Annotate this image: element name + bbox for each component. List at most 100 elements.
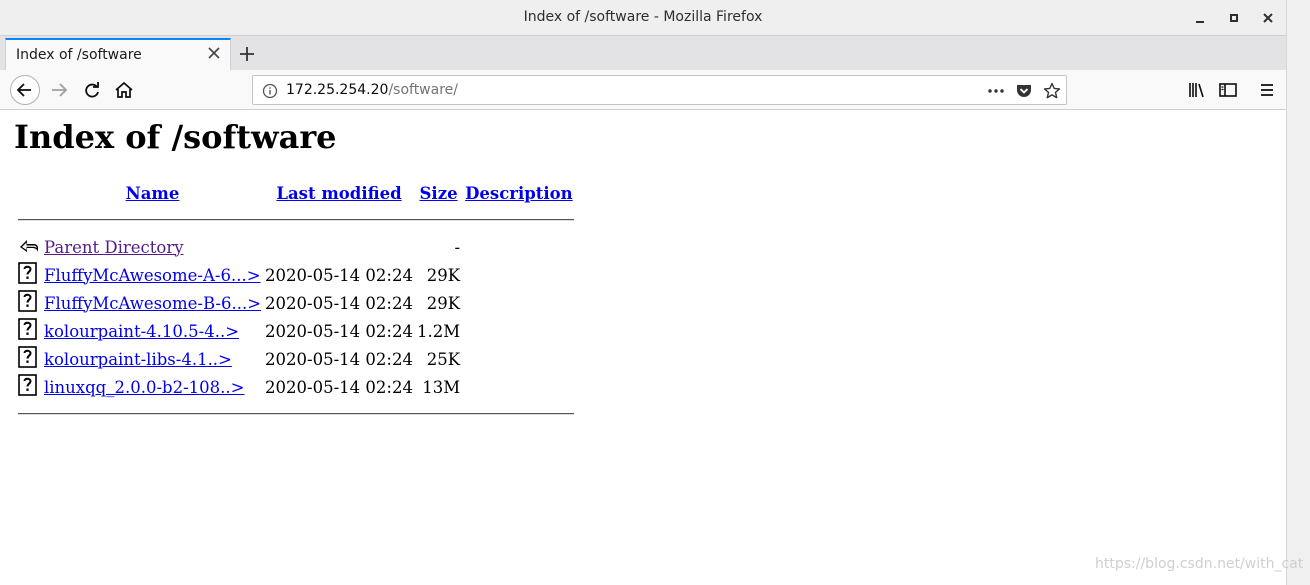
table-row: FluffyMcAwesome-A-6...> 2020-05-14 02:24… <box>17 262 575 288</box>
modified-cell <box>264 234 414 260</box>
page-title: Index of /software <box>14 118 337 156</box>
table-row: linuxqq_2.0.0-b2-108..> 2020-05-14 02:24… <box>17 374 575 400</box>
table-row: FluffyMcAwesome-B-6...> 2020-05-14 02:24… <box>17 290 575 316</box>
sort-by-size-link[interactable]: Size <box>420 184 458 203</box>
size-cell: 13M <box>422 377 461 397</box>
minimize-icon <box>1196 21 1204 23</box>
maximize-button[interactable] <box>1224 8 1244 28</box>
reload-button[interactable] <box>78 76 106 104</box>
library-icon <box>1189 83 1204 98</box>
pocket-icon[interactable] <box>1014 81 1034 101</box>
forward-button[interactable] <box>46 76 74 104</box>
tab-label: Index of /software <box>16 47 142 63</box>
directory-listing-table: Name Last modified Size Description Pare… <box>15 178 577 428</box>
window-title: Index of /software - Mozilla Firefox <box>523 9 763 25</box>
description-cell <box>463 290 575 316</box>
watermark-text: https://blog.csdn.net/with_cat <box>1095 556 1304 572</box>
name-column-header: Name <box>43 180 262 206</box>
close-icon <box>208 47 220 59</box>
modified-cell: 2020-05-14 02:24 <box>265 321 413 341</box>
url-bar[interactable]: 172.25.254.20/software/ <box>252 75 1067 105</box>
file-link[interactable]: linuxqq_2.0.0-b2-108..> <box>44 378 245 397</box>
desktop-edge <box>1286 0 1310 585</box>
icon-header <box>17 180 41 206</box>
separator-row <box>17 208 575 232</box>
sort-by-description-link[interactable]: Description <box>465 184 573 203</box>
horizontal-rule <box>18 413 574 415</box>
unknown-file-icon <box>18 290 37 312</box>
name-cell: FluffyMcAwesome-A-6...> <box>43 262 262 288</box>
info-icon[interactable] <box>260 81 280 101</box>
maximize-icon <box>1230 14 1238 22</box>
url-text[interactable]: 172.25.254.20/software/ <box>286 82 458 98</box>
size-cell: - <box>454 237 461 257</box>
description-cell <box>463 318 575 344</box>
parent-directory-link[interactable]: Parent Directory <box>44 238 184 257</box>
back-folder-icon <box>20 240 38 252</box>
close-icon <box>1263 13 1273 23</box>
tab-close-button[interactable] <box>206 45 222 61</box>
table-row: kolourpaint-libs-4.1..> 2020-05-14 02:24… <box>17 346 575 372</box>
unknown-file-icon <box>18 262 37 284</box>
size-column-header: Size <box>416 180 461 206</box>
icon-cell <box>17 234 41 260</box>
size-cell: 29K <box>426 293 461 313</box>
hamburger-menu-icon <box>1261 84 1273 96</box>
minimize-button[interactable] <box>1190 8 1210 28</box>
modified-cell: 2020-05-14 02:24 <box>265 293 413 313</box>
description-cell <box>463 374 575 400</box>
name-cell: kolourpaint-libs-4.1..> <box>43 346 262 372</box>
table-row-parent-directory: Parent Directory - <box>17 234 575 260</box>
separator-row <box>17 402 575 426</box>
library-button[interactable] <box>1183 76 1211 104</box>
modified-cell: 2020-05-14 02:24 <box>265 265 413 285</box>
description-cell <box>463 346 575 372</box>
icon-cell <box>17 318 41 344</box>
name-cell: kolourpaint-4.10.5-4..> <box>43 318 262 344</box>
plus-icon <box>240 47 254 61</box>
file-link[interactable]: kolourpaint-4.10.5-4..> <box>44 322 239 341</box>
browser-window: Index of /software - Mozilla Firefox Ind… <box>0 0 1286 585</box>
page-actions-icon[interactable] <box>986 81 1006 101</box>
icon-cell <box>17 290 41 316</box>
url-path: /software/ <box>388 82 458 98</box>
description-cell <box>463 234 575 260</box>
tab-strip: Index of /software <box>0 36 1286 70</box>
sidebar-button[interactable] <box>1214 76 1242 104</box>
tab-index-software[interactable]: Index of /software <box>5 38 231 70</box>
title-bar: Index of /software - Mozilla Firefox <box>0 0 1286 36</box>
name-cell: linuxqq_2.0.0-b2-108..> <box>43 374 262 400</box>
url-host: 172.25.254.20 <box>286 82 389 98</box>
icon-cell <box>17 346 41 372</box>
sort-by-last-modified-link[interactable]: Last modified <box>276 184 401 203</box>
name-cell: FluffyMcAwesome-B-6...> <box>43 290 262 316</box>
file-link[interactable]: FluffyMcAwesome-A-6...> <box>44 266 261 285</box>
reload-icon <box>85 82 99 98</box>
size-cell: 29K <box>426 265 461 285</box>
bookmark-star-icon[interactable] <box>1042 81 1062 101</box>
new-tab-button[interactable] <box>237 44 257 64</box>
size-cell: 25K <box>426 349 461 369</box>
sidebar-icon <box>1219 83 1237 97</box>
arrow-right-icon <box>52 83 68 97</box>
name-cell: Parent Directory <box>43 234 262 260</box>
back-button[interactable] <box>10 75 40 105</box>
file-link[interactable]: FluffyMcAwesome-B-6...> <box>44 294 261 313</box>
table-row: kolourpaint-4.10.5-4..> 2020-05-14 02:24… <box>17 318 575 344</box>
description-cell <box>463 262 575 288</box>
horizontal-rule <box>18 219 574 221</box>
menu-button[interactable] <box>1253 76 1281 104</box>
table-header-row: Name Last modified Size Description <box>17 180 575 206</box>
last-modified-column-header: Last modified <box>264 180 414 206</box>
unknown-file-icon <box>18 374 37 396</box>
file-link[interactable]: kolourpaint-libs-4.1..> <box>44 350 232 369</box>
icon-cell <box>17 374 41 400</box>
description-column-header: Description <box>463 180 575 206</box>
modified-cell: 2020-05-14 02:24 <box>265 377 413 397</box>
unknown-file-icon <box>18 346 37 368</box>
icon-cell <box>17 262 41 288</box>
sort-by-name-link[interactable]: Name <box>126 184 180 203</box>
close-window-button[interactable] <box>1258 8 1278 28</box>
home-icon <box>115 81 133 98</box>
home-button[interactable] <box>110 76 138 104</box>
